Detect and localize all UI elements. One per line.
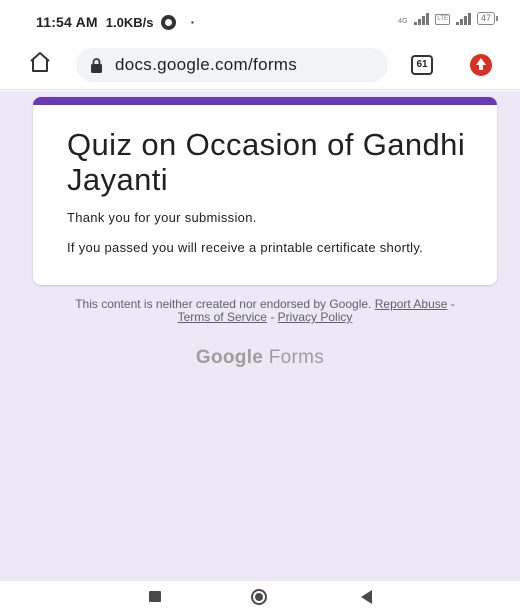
brand-google: Google (195, 347, 264, 368)
signal-icon (414, 13, 430, 25)
volte-icon: LTE (435, 14, 450, 25)
signal-icon-2 (455, 13, 471, 25)
report-abuse-link[interactable]: Report Abuse (375, 297, 448, 311)
back-button[interactable] (361, 590, 372, 604)
navigation-bar (0, 581, 520, 612)
url-text: docs.google.com/forms (115, 55, 298, 74)
status-left: 11:54 AM 1.0KB/s · (36, 14, 195, 30)
card-accent-bar (33, 97, 497, 105)
status-right: 4G LTE 47 (398, 12, 498, 25)
form-title: Quiz on Occasion of Gandhi Jayanti (67, 127, 466, 197)
network-speed: 1.0KB/s (105, 14, 154, 30)
home-button[interactable] (251, 589, 267, 605)
battery-icon: 47 (476, 12, 498, 25)
recents-button[interactable] (149, 591, 161, 602)
update-menu-icon[interactable] (470, 54, 492, 76)
network-type-label: 4G (398, 18, 408, 25)
footer-disclaimer: This content is neither created nor endo… (60, 298, 470, 324)
whatsapp-notification-icon (161, 14, 177, 30)
status-dot: · (190, 14, 196, 30)
confirmation-message: Thank you for your submission. (67, 210, 257, 225)
address-bar[interactable]: docs.google.com/forms (76, 48, 388, 82)
lock-icon (91, 57, 102, 73)
status-time: 11:54 AM (36, 14, 98, 30)
brand-forms: Forms (268, 347, 325, 368)
browser-toolbar: docs.google.com/forms 61 (0, 40, 520, 90)
terms-of-service-link[interactable]: Terms of Service (178, 310, 267, 324)
confirmation-card: Quiz on Occasion of Gandhi Jayanti Thank… (33, 97, 497, 285)
home-icon[interactable] (28, 50, 52, 74)
disclaimer-text: This content is neither created nor endo… (75, 297, 372, 311)
privacy-policy-link[interactable]: Privacy Policy (278, 310, 353, 324)
battery-level: 47 (476, 12, 495, 25)
page-content: Quiz on Occasion of Gandhi Jayanti Thank… (0, 91, 520, 581)
certificate-note: If you passed you will receive a printab… (67, 240, 424, 255)
footer-separator: - (450, 297, 455, 311)
tab-switcher-button[interactable]: 61 (411, 55, 433, 75)
google-forms-logo[interactable]: Google Forms (0, 347, 520, 369)
status-bar: 11:54 AM 1.0KB/s · 4G LTE 47 (0, 0, 520, 40)
footer-separator: - (270, 310, 275, 324)
